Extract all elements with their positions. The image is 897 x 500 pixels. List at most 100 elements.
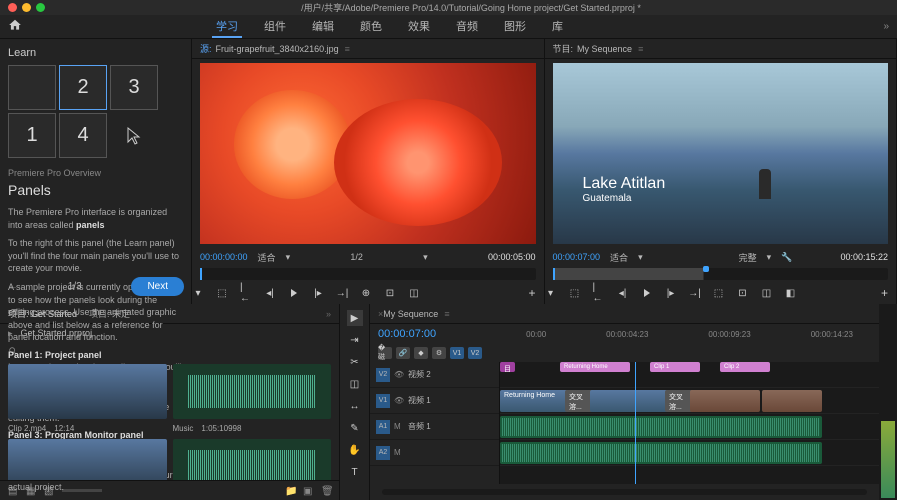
marker-toggle[interactable]: ◆ — [414, 347, 428, 359]
program-preview[interactable]: Lake Atitlan Guatemala — [553, 63, 889, 244]
slip-tool-icon[interactable]: ↔ — [347, 398, 363, 414]
source-preview[interactable] — [200, 63, 536, 244]
play-icon[interactable] — [641, 287, 653, 299]
arrow-down-icon[interactable]: ▾ — [423, 252, 428, 263]
snap-toggle[interactable]: �磁 — [378, 347, 392, 359]
track-header-a2[interactable]: A2 M — [370, 440, 499, 466]
lift-icon[interactable]: ⬚ — [713, 287, 725, 299]
eye-icon[interactable]: 👁 — [394, 370, 404, 379]
step-forward-icon[interactable]: |▸ — [665, 287, 677, 299]
minimize-window[interactable] — [22, 3, 31, 12]
go-in-icon[interactable]: |← — [593, 287, 605, 299]
arrow-down-icon[interactable]: ▾ — [286, 252, 291, 263]
selection-tool-icon[interactable]: ▶ — [347, 310, 363, 326]
clip-marker[interactable]: 目 — [500, 362, 515, 372]
video-clip[interactable] — [690, 390, 760, 412]
add-button-icon[interactable]: + — [528, 286, 535, 300]
mute-icon[interactable]: M — [394, 422, 404, 431]
v2-source-patch[interactable]: V2 — [468, 347, 482, 359]
new-bin-icon[interactable]: 📁 — [285, 486, 295, 496]
pen-tool-icon[interactable]: ✎ — [347, 420, 363, 436]
mark-out-icon[interactable]: ⬚ — [216, 287, 228, 299]
step-forward-icon[interactable]: |▸ — [312, 287, 324, 299]
timeline-zoom-scrollbar[interactable] — [382, 489, 867, 495]
back-arrow-icon[interactable]: ← — [8, 281, 18, 292]
export-frame-icon[interactable]: ◫ — [761, 287, 773, 299]
go-out-icon[interactable]: →| — [689, 287, 701, 299]
insert-icon[interactable]: ⊕ — [360, 287, 372, 299]
tab-graphics[interactable]: 图形 — [500, 16, 530, 38]
trash-icon[interactable]: 🗑 — [321, 486, 331, 496]
overflow-icon[interactable]: » — [326, 309, 331, 319]
arrow-down-icon[interactable]: ▾ — [767, 252, 772, 263]
fit-dropdown[interactable]: 适合 — [610, 251, 628, 264]
bin-item[interactable] — [173, 439, 332, 480]
step-back-icon[interactable]: ◂| — [617, 287, 629, 299]
overwrite-icon[interactable]: ⊡ — [384, 287, 396, 299]
video-clip[interactable] — [762, 390, 822, 412]
panel-menu-icon[interactable]: ≡ — [444, 309, 449, 319]
tab-editing[interactable]: 编辑 — [308, 16, 338, 38]
clip-label[interactable]: Clip 2 — [720, 362, 770, 372]
program-scrubber[interactable] — [553, 268, 889, 280]
tab-audio[interactable]: 音频 — [452, 16, 482, 38]
panel-menu-icon[interactable]: ≡ — [345, 44, 350, 54]
bin-item[interactable] — [8, 364, 167, 419]
tab-assembly[interactable]: 组件 — [260, 16, 290, 38]
clip-label[interactable]: Clip 1 — [650, 362, 700, 372]
type-tool-icon[interactable]: T — [347, 464, 363, 480]
add-button-icon[interactable]: + — [881, 286, 888, 300]
bin-item[interactable] — [8, 439, 167, 480]
track-header-v2[interactable]: V2 👁 视频 2 — [370, 362, 499, 388]
fit-dropdown[interactable]: 适合 — [258, 251, 276, 264]
mark-in-icon[interactable]: ▾ — [545, 287, 557, 299]
zoom-ratio[interactable]: 1/2 — [350, 252, 363, 262]
mute-icon[interactable]: M — [394, 448, 404, 457]
source-in-timecode[interactable]: 00:00:00:00 — [200, 252, 248, 262]
home-icon[interactable] — [8, 18, 22, 35]
mark-in-icon[interactable]: ▾ — [192, 287, 204, 299]
tab-effects[interactable]: 效果 — [404, 16, 434, 38]
timeline-ruler[interactable]: 00:00 00:00:04:23 00:00:09:23 00:00:14:2… — [526, 330, 871, 339]
track-select-tool-icon[interactable]: ⇥ — [347, 332, 363, 348]
source-scrubber[interactable] — [200, 268, 536, 280]
extract-icon[interactable]: ⊡ — [737, 287, 749, 299]
arrow-down-icon[interactable]: ▾ — [638, 252, 643, 263]
video-clip[interactable] — [590, 390, 670, 412]
next-button[interactable]: Next — [131, 277, 184, 296]
go-in-icon[interactable]: |← — [240, 287, 252, 299]
v1-source-patch[interactable]: V1 — [450, 347, 464, 359]
video-clip[interactable]: Returning Home — [500, 390, 570, 412]
program-out-timecode[interactable]: 00:00:15:22 — [840, 252, 888, 262]
step-back-icon[interactable]: ◂| — [264, 287, 276, 299]
tab-learn[interactable]: 学习 — [212, 16, 242, 38]
eye-icon[interactable]: 👁 — [394, 396, 404, 405]
quality-dropdown[interactable]: 完整 — [739, 251, 757, 264]
audio-clip[interactable] — [500, 442, 822, 464]
bin-item[interactable] — [173, 364, 332, 419]
play-icon[interactable] — [288, 287, 300, 299]
new-item-icon[interactable]: ▣ — [303, 486, 313, 496]
compare-icon[interactable]: ◧ — [785, 287, 797, 299]
mark-out-icon[interactable]: ⬚ — [569, 287, 581, 299]
wrench-icon[interactable]: 🔧 — [781, 252, 792, 263]
close-window[interactable] — [8, 3, 17, 12]
playhead[interactable] — [635, 362, 636, 484]
go-out-icon[interactable]: →| — [336, 287, 348, 299]
timeline-timecode[interactable]: 00:00:07:00 — [378, 328, 436, 340]
tab-color[interactable]: 颜色 — [356, 16, 386, 38]
export-frame-icon[interactable]: ◫ — [408, 287, 420, 299]
ripple-edit-tool-icon[interactable]: ✂ — [347, 354, 363, 370]
tab-libraries[interactable]: 库 — [548, 16, 567, 38]
maximize-window[interactable] — [36, 3, 45, 12]
razor-tool-icon[interactable]: ◫ — [347, 376, 363, 392]
hand-tool-icon[interactable]: ✋ — [347, 442, 363, 458]
linked-toggle[interactable]: 🔗 — [396, 347, 410, 359]
audio-clip[interactable] — [500, 416, 822, 438]
panel-menu-icon[interactable]: ≡ — [638, 44, 643, 54]
track-header-v1[interactable]: V1 👁 视频 1 — [370, 388, 499, 414]
settings-toggle[interactable]: ⚙ — [432, 347, 446, 359]
track-header-a1[interactable]: A1 M 音频 1 — [370, 414, 499, 440]
program-in-timecode[interactable]: 00:00:07:00 — [553, 252, 601, 262]
overflow-icon[interactable]: » — [883, 21, 889, 32]
